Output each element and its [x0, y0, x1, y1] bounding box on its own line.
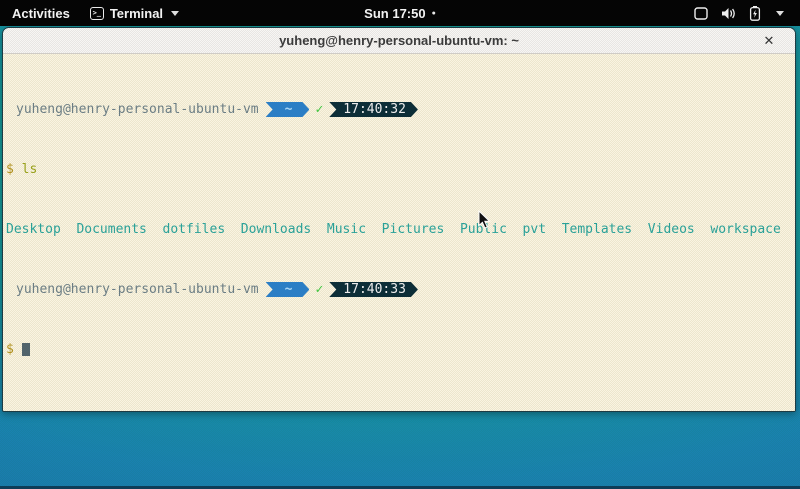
- window-title: yuheng@henry-personal-ubuntu-vm: ~: [279, 33, 519, 48]
- check-icon: ✓: [315, 102, 323, 117]
- prompt-time-segment: 17:40:33: [329, 282, 418, 297]
- directory-list: Desktop Documents dotfiles Downloads Mus…: [6, 222, 781, 237]
- chevron-down-icon: [776, 11, 784, 16]
- prompt-user-host: yuheng@henry-personal-ubuntu-vm: [16, 102, 259, 117]
- activities-label: Activities: [12, 6, 70, 21]
- close-button[interactable]: ✕: [759, 28, 779, 54]
- volume-icon: [721, 7, 736, 20]
- terminal-screen[interactable]: yuheng@henry-personal-ubuntu-vm ~ ✓ 17:4…: [3, 54, 795, 411]
- terminal-cursor: [22, 343, 30, 356]
- prompt-path-segment: ~: [266, 282, 310, 297]
- prompt-user-host: yuheng@henry-personal-ubuntu-vm: [16, 282, 259, 297]
- battery-charging-icon: [749, 6, 761, 21]
- ls-output-line: Desktop Documents dotfiles Downloads Mus…: [6, 222, 795, 237]
- check-icon: ✓: [315, 282, 323, 297]
- app-menu-terminal[interactable]: >_ Terminal: [82, 0, 187, 26]
- command-line: $ ls: [6, 162, 795, 177]
- prompt-line: yuheng@henry-personal-ubuntu-vm ~ ✓ 17:4…: [6, 282, 795, 297]
- screen-icon: [694, 7, 708, 20]
- prompt-path-segment: ~: [266, 102, 310, 117]
- notification-dot-icon: ●: [432, 10, 436, 17]
- system-tray[interactable]: [694, 0, 800, 26]
- command-text: ls: [22, 162, 38, 177]
- desktop-wallpaper: yuheng@henry-personal-ubuntu-vm: ~ ✕ yuh…: [0, 26, 800, 489]
- prompt-time-segment: 17:40:32: [329, 102, 418, 117]
- clock[interactable]: Sun 17:50: [364, 6, 425, 21]
- terminal-icon: >_: [90, 7, 104, 20]
- top-bar: Activities >_ Terminal Sun 17:50 ●: [0, 0, 800, 26]
- shell-prompt-symbol: $: [6, 342, 14, 357]
- chevron-down-icon: [171, 11, 179, 16]
- prompt-line: yuheng@henry-personal-ubuntu-vm ~ ✓ 17:4…: [6, 102, 795, 117]
- input-line: $: [6, 342, 795, 357]
- app-menu-label: Terminal: [110, 6, 163, 21]
- shell-prompt-symbol: $: [6, 162, 14, 177]
- terminal-window: yuheng@henry-personal-ubuntu-vm: ~ ✕ yuh…: [2, 27, 796, 412]
- activities-button[interactable]: Activities: [0, 0, 82, 26]
- window-titlebar[interactable]: yuheng@henry-personal-ubuntu-vm: ~ ✕: [3, 28, 795, 54]
